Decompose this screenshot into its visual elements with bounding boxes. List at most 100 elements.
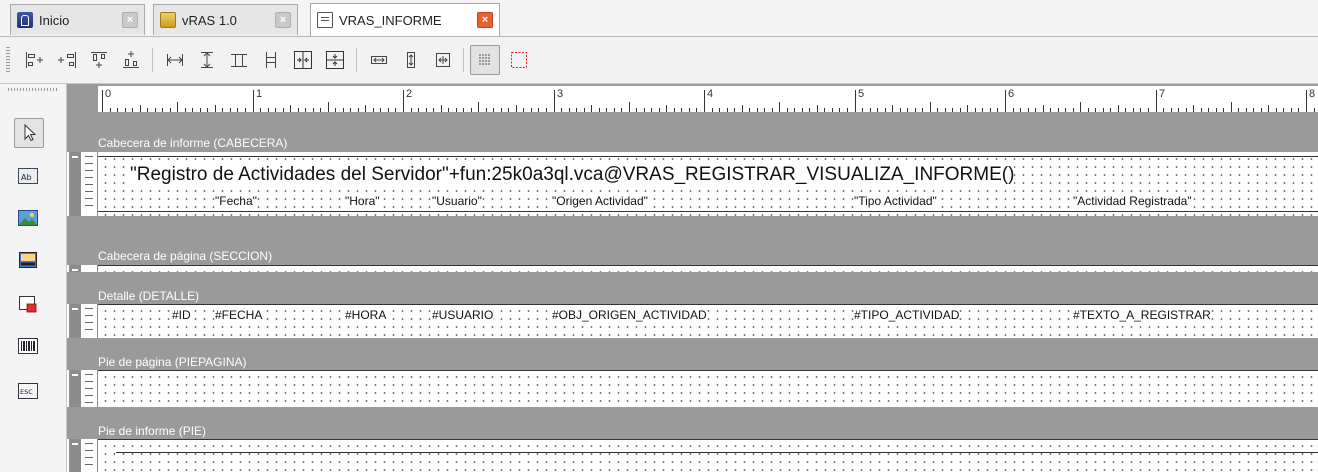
subreport-icon xyxy=(19,296,37,313)
toolbar xyxy=(0,37,1318,84)
detail-id[interactable]: #ID xyxy=(172,308,191,322)
same-width-icon xyxy=(167,54,183,66)
expand-width-icon xyxy=(371,56,387,64)
label-icon: Ab xyxy=(18,168,38,184)
ruler-label: 1 xyxy=(256,88,262,100)
detail-hora[interactable]: #HORA xyxy=(345,308,387,322)
expand-both-button[interactable] xyxy=(430,47,456,73)
distribute-horizontal-icon xyxy=(294,51,312,69)
barcode-icon xyxy=(18,338,38,354)
band-pie[interactable] xyxy=(98,439,1318,472)
tab-bar: Inicio × vRAS 1.0 × VRAS_INFORME × xyxy=(0,0,1318,37)
band-header-pie[interactable]: Pie de informe (PIE) xyxy=(98,423,1318,439)
distribute-vertical-icon xyxy=(326,51,344,69)
component-palette: Ab ESC xyxy=(0,84,67,472)
pointer-tool[interactable] xyxy=(14,118,44,148)
band-header-seccion[interactable]: Cabecera de página (SECCION) xyxy=(98,248,1318,264)
show-grid-button[interactable] xyxy=(470,45,500,75)
align-right-button[interactable] xyxy=(54,47,80,73)
report-designer: 0 1 2 3 4 5 6 7 8 Cabecera de informe (CABECERA)… xyxy=(67,84,1318,472)
palette-grip[interactable] xyxy=(8,88,58,91)
close-icon[interactable]: × xyxy=(477,12,493,28)
svg-text:Ab: Ab xyxy=(21,173,32,182)
align-bottom-button[interactable] xyxy=(118,47,144,73)
band-piepagina[interactable] xyxy=(98,370,1318,407)
tab-label: Inicio xyxy=(39,12,70,28)
field-icon xyxy=(19,252,37,268)
distribute-horizontal-button[interactable] xyxy=(290,47,316,73)
same-width-button[interactable] xyxy=(162,47,188,73)
field-tool[interactable] xyxy=(16,248,40,272)
header-tipo-actividad[interactable]: "Tipo Actividad" xyxy=(854,194,937,208)
align-bottom-icon xyxy=(123,51,139,68)
horizontal-ruler: 0 1 2 3 4 5 6 7 8 xyxy=(98,86,1318,112)
detail-obj-origen-actividad[interactable]: #OBJ_ORIGEN_ACTIVIDAD xyxy=(552,308,707,322)
ruler-label: 6 xyxy=(1008,88,1014,100)
detail-texto-a-registrar[interactable]: #TEXTO_A_REGISTRAR xyxy=(1073,308,1211,322)
ruler-label: 0 xyxy=(105,88,111,100)
ruler-label: 5 xyxy=(858,88,864,100)
esc-icon: ESC xyxy=(18,383,38,399)
close-icon[interactable]: × xyxy=(122,12,138,28)
close-icon[interactable]: × xyxy=(275,12,291,28)
image-tool[interactable] xyxy=(16,206,40,230)
bounds-icon xyxy=(511,52,527,68)
align-top-button[interactable] xyxy=(86,47,112,73)
align-top-icon xyxy=(91,52,107,68)
same-height-button[interactable] xyxy=(194,47,220,73)
center-horizontal-icon xyxy=(231,54,247,67)
subreport-tool[interactable] xyxy=(16,292,40,316)
tab-vras-informe[interactable]: VRAS_INFORME × xyxy=(310,3,500,36)
image-icon xyxy=(18,210,38,226)
center-vertical-button[interactable] xyxy=(258,47,284,73)
ruler-label: 7 xyxy=(1159,88,1165,100)
band-seccion[interactable] xyxy=(98,265,1318,272)
toolbar-grip[interactable] xyxy=(6,47,10,73)
expand-height-icon xyxy=(407,52,415,68)
band-handle-cabecera[interactable] xyxy=(67,152,98,216)
escape-tool[interactable]: ESC xyxy=(16,379,40,403)
expand-width-button[interactable] xyxy=(366,47,392,73)
header-actividad-registrada[interactable]: "Actividad Registrada" xyxy=(1073,194,1192,208)
tab-vras[interactable]: vRAS 1.0 × xyxy=(153,4,298,35)
header-fecha[interactable]: "Fecha" xyxy=(215,194,257,208)
band-header-detalle[interactable]: Detalle (DETALLE) xyxy=(98,288,1318,304)
band-handle-seccion[interactable] xyxy=(67,265,98,272)
expand-both-icon xyxy=(436,53,450,67)
band-detalle[interactable]: #ID #FECHA #HORA #USUARIO #OBJ_ORIGEN_AC… xyxy=(98,304,1318,338)
svg-text:ESC: ESC xyxy=(20,388,33,396)
band-header-piepagina[interactable]: Pie de página (PIEPAGINA) xyxy=(98,354,1318,370)
align-left-icon xyxy=(26,52,43,68)
detail-usuario[interactable]: #USUARIO xyxy=(432,308,494,322)
label-tool[interactable]: Ab xyxy=(16,164,40,188)
pointer-icon xyxy=(24,123,37,142)
band-header-cabecera[interactable]: Cabecera de informe (CABECERA) xyxy=(98,135,1318,151)
tab-inicio[interactable]: Inicio × xyxy=(10,4,145,35)
tab-label: vRAS 1.0 xyxy=(182,12,237,28)
grid-icon xyxy=(479,54,490,65)
header-hora[interactable]: "Hora" xyxy=(345,194,380,208)
align-left-button[interactable] xyxy=(22,47,48,73)
expand-height-button[interactable] xyxy=(398,47,424,73)
ruler-row: 0 1 2 3 4 5 6 7 8 xyxy=(67,84,1318,112)
band-handle-piepagina[interactable] xyxy=(67,370,98,407)
home-icon xyxy=(17,12,33,28)
barcode-tool[interactable] xyxy=(16,334,40,358)
header-usuario[interactable]: "Usuario" xyxy=(432,194,482,208)
detail-fecha[interactable]: #FECHA xyxy=(215,308,263,322)
show-bounds-button[interactable] xyxy=(506,47,532,73)
ruler-label: 4 xyxy=(707,88,713,100)
ruler-label: 3 xyxy=(557,88,563,100)
distribute-vertical-button[interactable] xyxy=(322,47,348,73)
detail-tipo-actividad[interactable]: #TIPO_ACTIVIDAD xyxy=(854,308,960,322)
center-horizontal-button[interactable] xyxy=(226,47,252,73)
vras-icon xyxy=(160,12,176,28)
band-handle-pie[interactable] xyxy=(67,439,98,472)
band-handle-detalle[interactable] xyxy=(67,304,98,338)
report-title-field[interactable]: "Registro de Actividades del Servidor"+f… xyxy=(130,164,1015,186)
center-vertical-icon xyxy=(266,52,276,68)
header-origen-actividad[interactable]: "Origen Actividad" xyxy=(552,194,648,208)
band-cabecera[interactable]: "Registro de Actividades del Servidor"+f… xyxy=(98,152,1318,216)
report-icon xyxy=(317,12,333,28)
tab-label: VRAS_INFORME xyxy=(339,12,442,28)
